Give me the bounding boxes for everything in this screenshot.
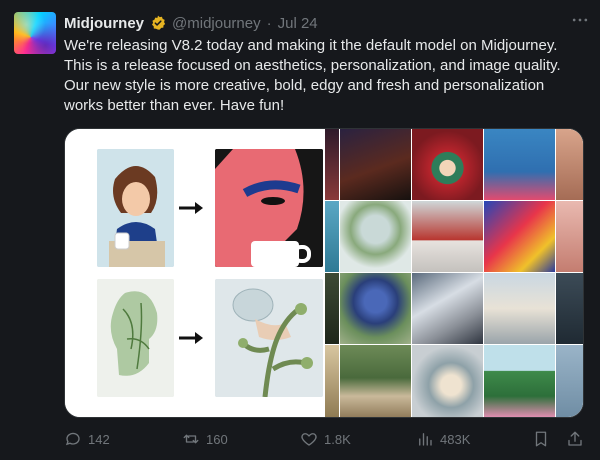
before-after-panel (65, 129, 323, 417)
grid-image (484, 201, 555, 272)
media-image[interactable] (64, 128, 584, 418)
arrow-right-icon (179, 202, 203, 214)
grid-image (412, 345, 483, 417)
grid-image (325, 345, 339, 417)
avatar[interactable] (14, 12, 56, 54)
grid-image (325, 201, 339, 272)
grid-image (340, 129, 411, 200)
grid-image (556, 345, 583, 417)
share-button[interactable] (566, 430, 584, 448)
grid-image (556, 129, 583, 200)
thumbnail-bold-face (215, 149, 323, 267)
repost-button[interactable]: 160 (182, 430, 300, 448)
grid-image (340, 201, 411, 272)
more-options-icon[interactable] (570, 10, 590, 35)
post-date[interactable]: Jul 24 (278, 15, 318, 32)
thumbnail-glass-head (97, 279, 174, 397)
grid-image (325, 129, 339, 200)
arrow-right-icon (179, 332, 203, 344)
like-button[interactable]: 1.8K (300, 430, 416, 448)
grid-image (325, 273, 339, 344)
share-icon (568, 431, 582, 446)
grid-image (484, 345, 555, 417)
grid-image (412, 273, 483, 344)
thumbnail-woman-illustration (97, 149, 174, 267)
views-count: 483K (440, 431, 471, 447)
grid-image (484, 129, 555, 200)
grid-image (340, 273, 411, 344)
reply-count: 142 (88, 431, 110, 447)
style-grid (325, 129, 583, 417)
like-count: 1.8K (324, 431, 351, 447)
heart-icon (301, 433, 317, 446)
repost-icon (183, 434, 199, 444)
author-name[interactable]: Midjourney (64, 15, 144, 32)
grid-image (556, 201, 583, 272)
bookmark-button[interactable] (532, 430, 550, 448)
action-bar: 142 160 1.8K 483K (64, 428, 584, 450)
grid-image (484, 273, 555, 344)
separator-dot: · (266, 14, 272, 32)
tweet-header: Midjourney @midjourney · Jul 24 (64, 12, 590, 34)
author-handle[interactable]: @midjourney (172, 15, 261, 32)
grid-image (412, 201, 483, 272)
views-chart-icon (419, 433, 432, 446)
bookmark-icon (535, 431, 547, 447)
reply-button[interactable]: 142 (64, 430, 182, 448)
repost-count: 160 (206, 431, 228, 447)
grid-image (556, 273, 583, 344)
thumbnail-plant-head (215, 279, 323, 397)
grid-image (412, 129, 483, 200)
grid-image (340, 345, 411, 417)
tweet-text: We're releasing V8.2 today and making it… (64, 37, 561, 114)
views-button[interactable]: 483K (416, 430, 470, 448)
verified-badge-icon (150, 15, 166, 31)
reply-icon (65, 432, 80, 446)
